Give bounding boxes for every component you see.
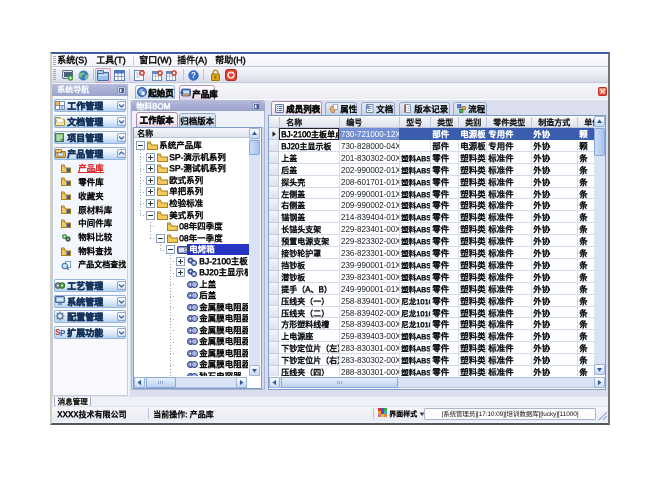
svg-text:P: P [60, 329, 66, 337]
svg-text:?: ? [191, 71, 196, 80]
